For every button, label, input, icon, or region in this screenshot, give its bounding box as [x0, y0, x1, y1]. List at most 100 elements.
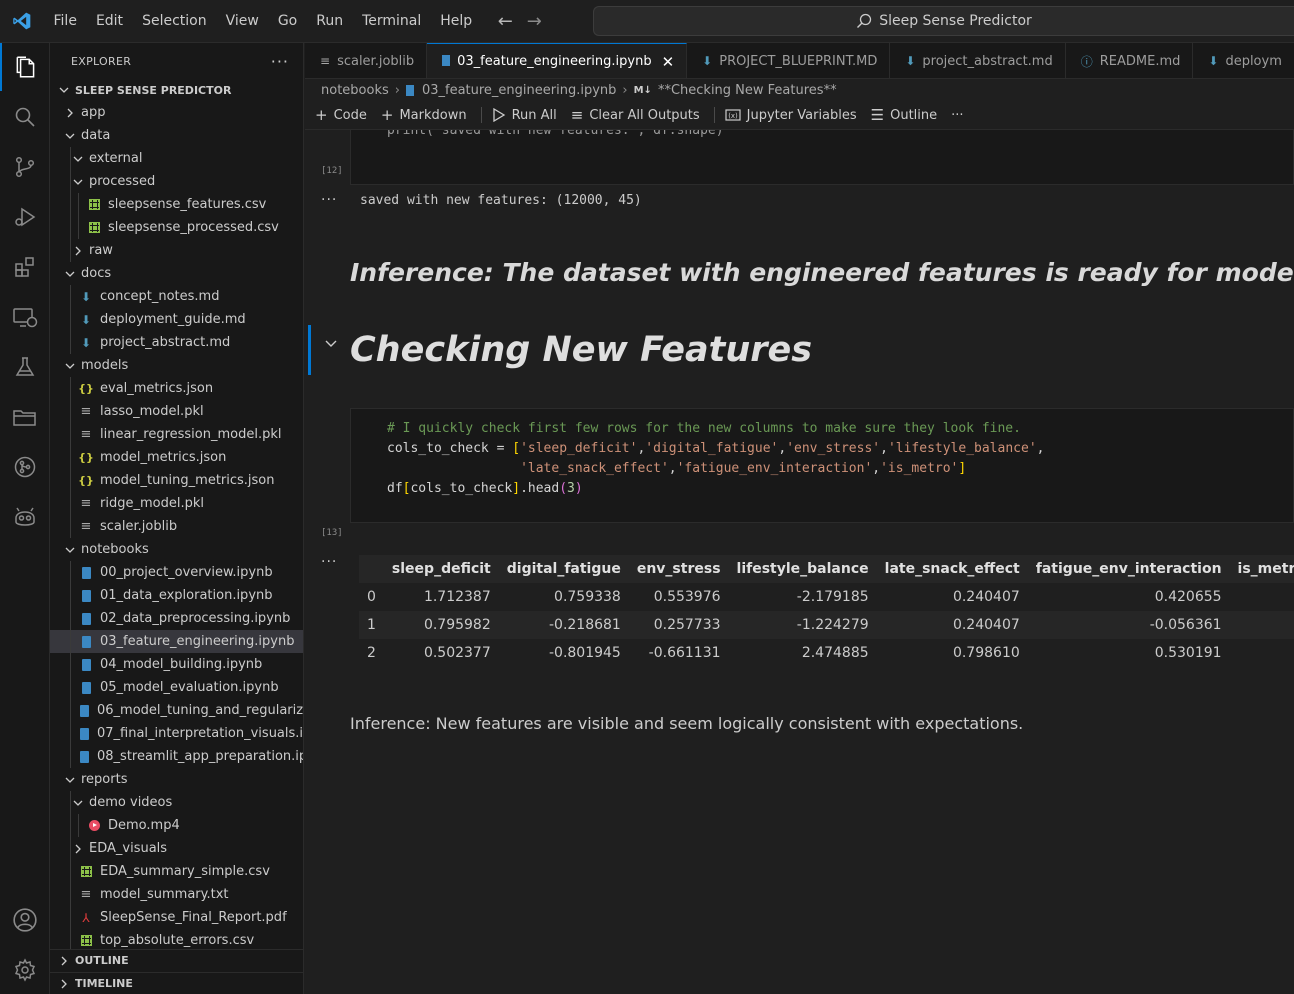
breadcrumb-file[interactable]: 03_feature_engineering.ipynb — [422, 83, 616, 98]
tree-folder[interactable]: models — [50, 354, 303, 377]
tree-folder[interactable]: demo videos — [50, 791, 303, 814]
toolbar-more-button[interactable]: ··· — [951, 108, 963, 123]
tree-file[interactable]: ≡ ridge_model.pkl — [50, 492, 303, 515]
menu-item-selection[interactable]: Selection — [133, 0, 217, 43]
tree-folder[interactable]: docs — [50, 262, 303, 285]
indent-guide — [70, 400, 71, 423]
collapse-chevron-icon[interactable] — [324, 336, 338, 354]
tree-file[interactable]: 00_project_overview.ipynb — [50, 561, 303, 584]
outline-button[interactable]: ☰ Outline — [871, 106, 937, 124]
menu-item-go[interactable]: Go — [268, 0, 306, 43]
menu-bar: File Edit Selection View Go Run Terminal Help — [44, 0, 482, 43]
tree-file[interactable]: ⬇ project_abstract.md — [50, 331, 303, 354]
forward-arrow-icon[interactable]: → — [527, 11, 542, 32]
table-cell: 0.795982 — [383, 611, 499, 639]
menu-item-view[interactable]: View — [216, 0, 268, 43]
tree-folder[interactable]: EDA_visuals — [50, 837, 303, 860]
tree-file[interactable]: EDA_summary_simple.csv — [50, 860, 303, 883]
final-inference-text: Inference: New features are visible and … — [350, 714, 1024, 733]
explorer-icon[interactable] — [0, 43, 50, 91]
tree-folder[interactable]: processed — [50, 170, 303, 193]
row-index: 1 — [359, 611, 384, 639]
testing-icon[interactable] — [0, 343, 50, 391]
chevron-down-icon — [62, 775, 78, 785]
tree-file[interactable]: Demo.mp4 — [50, 814, 303, 837]
add-markdown-cell-button[interactable]: + Markdown — [381, 106, 467, 124]
tree-file[interactable]: 05_model_evaluation.ipynb — [50, 676, 303, 699]
editor-tab[interactable]: ⬇ deploym — [1193, 43, 1294, 78]
breadcrumb-folder[interactable]: notebooks — [321, 83, 389, 98]
output-more-icon[interactable]: ··· — [321, 192, 337, 208]
editor-tab[interactable]: ≡ scaler.joblib — [305, 43, 428, 78]
breadcrumb-section[interactable]: **Checking New Features** — [658, 83, 837, 98]
tree-file[interactable]: {} model_tuning_metrics.json — [50, 469, 303, 492]
editor-tab[interactable]: ⬇ project_abstract.md — [890, 43, 1066, 78]
git-graph-icon[interactable] — [0, 443, 50, 491]
indent-guide — [70, 377, 71, 400]
add-code-cell-button[interactable]: + Code — [315, 106, 367, 124]
search-icon[interactable] — [0, 93, 50, 141]
editor-tab[interactable]: 03_feature_engineering.ipynb ✕ — [427, 43, 688, 78]
tree-file[interactable]: sleepsense_features.csv — [50, 193, 303, 216]
chevron-down-icon — [70, 798, 86, 808]
tree-folder[interactable]: external — [50, 147, 303, 170]
back-arrow-icon[interactable]: ← — [498, 11, 513, 32]
remote-explorer-icon[interactable] — [0, 293, 50, 341]
editor-tab[interactable]: ⓘ README.md — [1066, 43, 1194, 78]
outline-panel-header[interactable]: OUTLINE — [50, 949, 303, 971]
tree-file[interactable]: ≡ linear_regression_model.pkl — [50, 423, 303, 446]
tree-folder[interactable]: data — [50, 124, 303, 147]
code-cell-12[interactable]: print("saved with new features:", df.sha… — [350, 130, 1294, 185]
menu-item-edit[interactable]: Edit — [86, 0, 132, 43]
close-tab-icon[interactable]: ✕ — [662, 53, 675, 71]
project-folder-header[interactable]: SLEEP SENSE PREDICTOR — [50, 79, 303, 101]
tree-file[interactable]: ≡ model_summary.txt — [50, 883, 303, 906]
source-control-icon[interactable] — [0, 143, 50, 191]
outline-button-label: Outline — [890, 107, 938, 123]
explorer-more-actions[interactable]: ··· — [271, 52, 289, 71]
settings-gear-icon[interactable] — [0, 946, 50, 994]
table-cell: 0.530191 — [1154, 645, 1222, 661]
tree-file[interactable]: 03_feature_engineering.ipynb — [50, 630, 303, 653]
folder-icon[interactable] — [0, 393, 50, 441]
tree-folder[interactable]: app — [50, 101, 303, 124]
chevron-down-icon — [56, 85, 72, 95]
tree-file[interactable]: ≡ lasso_model.pkl — [50, 400, 303, 423]
tree-folder[interactable]: raw — [50, 239, 303, 262]
tree-file[interactable]: {} model_metrics.json — [50, 446, 303, 469]
tree-file[interactable]: ⬇ concept_notes.md — [50, 285, 303, 308]
copilot-icon[interactable] — [0, 493, 50, 541]
code-cell-13[interactable]: # I quickly check first few rows for the… — [350, 408, 1294, 523]
tree-file[interactable]: {} eval_metrics.json — [50, 377, 303, 400]
editor-tab[interactable]: ⬇ PROJECT_BLUEPRINT.MD — [687, 43, 891, 78]
output-more-icon[interactable]: ··· — [321, 554, 337, 570]
tree-file[interactable]: 07_final_interpretation_visuals.ipy... — [50, 722, 303, 745]
run-all-button[interactable]: Run All — [492, 108, 557, 123]
tree-item-label: 06_model_tuning_and_regularizat... — [97, 703, 304, 718]
run-debug-icon[interactable] — [0, 193, 50, 241]
tree-file[interactable]: ⅄ SleepSense_Final_Report.pdf — [50, 906, 303, 929]
tree-file[interactable]: 02_data_preprocessing.ipynb — [50, 607, 303, 630]
tree-folder[interactable]: notebooks — [50, 538, 303, 561]
jupyter-variables-button[interactable]: (x) Jupyter Variables — [725, 108, 857, 123]
tree-file[interactable]: sleepsense_processed.csv — [50, 216, 303, 239]
menu-item-file[interactable]: File — [44, 0, 86, 43]
clear-all-outputs-button[interactable]: ≡ Clear All Outputs — [571, 106, 700, 124]
tree-file[interactable]: 06_model_tuning_and_regularizat... — [50, 699, 303, 722]
account-icon[interactable] — [0, 896, 50, 944]
tree-file[interactable]: 08_streamlit_app_preparation.ipy... — [50, 745, 303, 768]
tree-item-label: 04_model_building.ipynb — [100, 657, 263, 672]
tree-folder[interactable]: reports — [50, 768, 303, 791]
menu-item-terminal[interactable]: Terminal — [353, 0, 431, 43]
menu-item-run[interactable]: Run — [307, 0, 353, 43]
json-file-icon: {} — [78, 451, 94, 464]
tree-file[interactable]: ⬇ deployment_guide.md — [50, 308, 303, 331]
timeline-panel-header[interactable]: TIMELINE — [50, 972, 303, 994]
tree-file[interactable]: 04_model_building.ipynb — [50, 653, 303, 676]
extensions-icon[interactable] — [0, 243, 50, 291]
command-center-search[interactable]: Sleep Sense Predictor — [593, 6, 1294, 36]
column-header: env_stress — [628, 555, 729, 583]
tree-file[interactable]: ≡ scaler.joblib — [50, 515, 303, 538]
tree-file[interactable]: 01_data_exploration.ipynb — [50, 584, 303, 607]
menu-item-help[interactable]: Help — [431, 0, 482, 43]
